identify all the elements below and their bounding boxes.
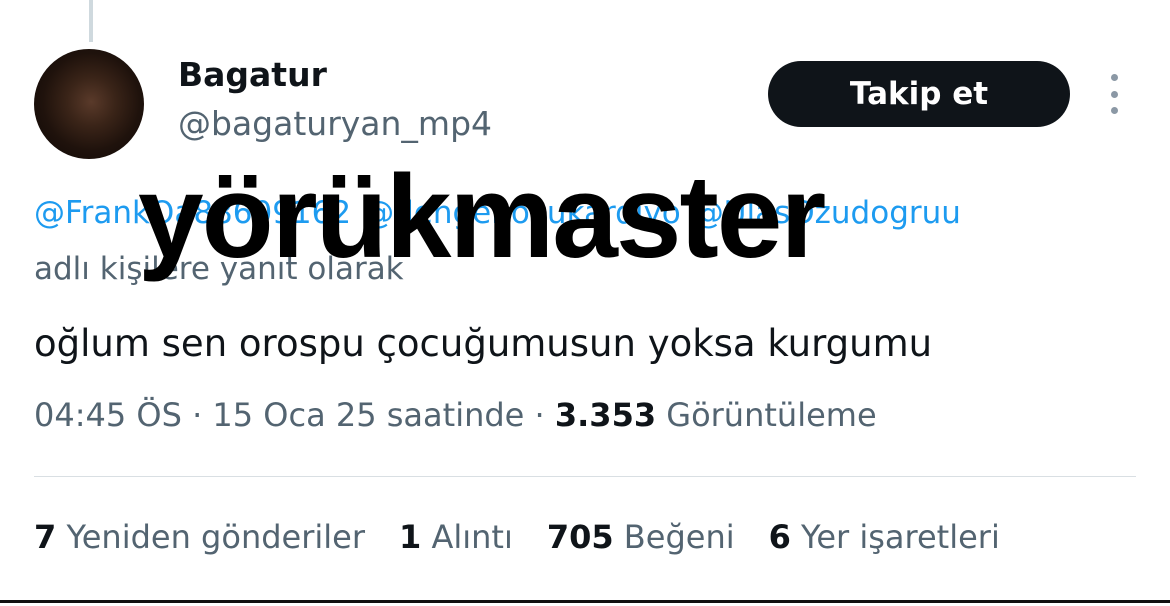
- tweet-meta: 04:45 ÖS · 15 Oca 25 saatinde · 3.353 Gö…: [34, 396, 877, 434]
- bookmarks-count: 6: [768, 518, 791, 556]
- more-dot: [1110, 107, 1118, 114]
- meta-separator: ·: [192, 396, 203, 434]
- bookmarks-label: Yer işaretleri: [801, 518, 1000, 556]
- thread-connector-line: [89, 0, 93, 42]
- quotes-count: 1: [399, 518, 422, 556]
- author-handle[interactable]: @bagaturyan_mp4: [178, 104, 492, 143]
- divider: [34, 476, 1136, 477]
- bottom-divider: [0, 600, 1170, 603]
- more-dot: [1110, 90, 1118, 98]
- tweet-date[interactable]: 15 Oca 25 saatinde: [212, 396, 524, 434]
- retweets-stat[interactable]: 7 Yeniden gönderiler: [34, 518, 365, 556]
- likes-stat[interactable]: 705 Beğeni: [547, 518, 735, 556]
- bookmarks-stat[interactable]: 6 Yer işaretleri: [769, 518, 1000, 556]
- retweets-label: Yeniden gönderiler: [66, 518, 365, 556]
- retweets-count: 7: [34, 518, 57, 556]
- more-dot: [1110, 74, 1118, 81]
- quotes-stat[interactable]: 1 Alıntı: [399, 518, 513, 556]
- views-count: 3.353: [554, 396, 657, 434]
- engagement-stats: 7 Yeniden gönderiler 1 Alıntı 705 Beğeni…: [34, 518, 1000, 556]
- more-vertical-icon[interactable]: [1100, 74, 1128, 114]
- likes-label: Beğeni: [623, 518, 735, 556]
- tweet-text: oğlum sen orospu çocuğumusun yoksa kurgu…: [34, 322, 933, 365]
- tweet-time[interactable]: 04:45 ÖS: [34, 396, 182, 434]
- overlay-caption: yörükmaster: [138, 151, 826, 283]
- avatar[interactable]: [34, 49, 144, 159]
- likes-count: 705: [546, 518, 614, 556]
- meta-separator: ·: [534, 396, 545, 434]
- author-display-name[interactable]: Bagatur: [178, 55, 327, 94]
- views-label: Görüntüleme: [666, 396, 877, 434]
- follow-button[interactable]: Takip et: [768, 61, 1070, 127]
- quotes-label: Alıntı: [431, 518, 513, 556]
